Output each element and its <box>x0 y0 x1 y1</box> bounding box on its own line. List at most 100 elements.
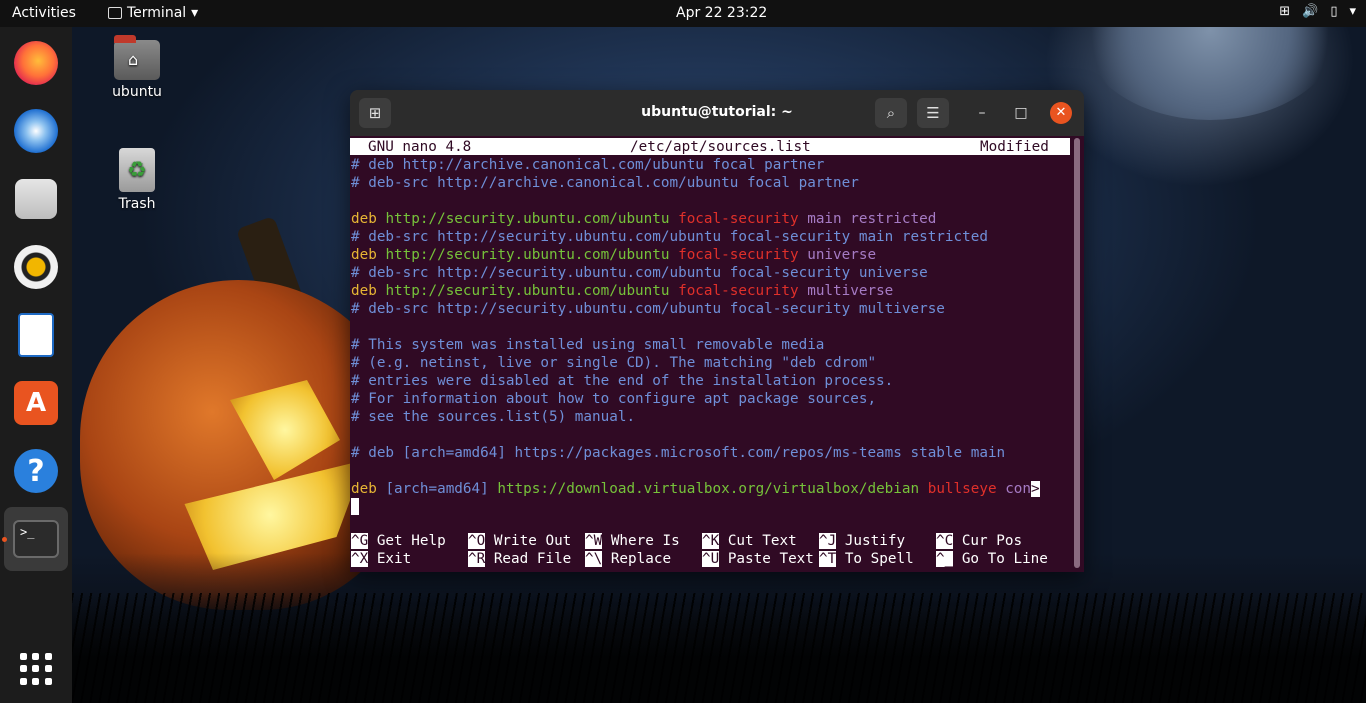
close-button[interactable]: ✕ <box>1050 102 1072 124</box>
shortcut-item: ^R Read File <box>468 550 571 568</box>
buffer-text-segment: http://security.ubuntu.com/ubuntu <box>385 211 679 227</box>
text-cursor <box>351 498 359 515</box>
rhythmbox-icon <box>14 245 58 289</box>
buffer-line <box>351 462 1040 480</box>
buffer-text-segment: # (e.g. netinst, live or single CD). The… <box>351 355 877 371</box>
buffer-text-segment: http://security.ubuntu.com/ubuntu <box>385 283 679 299</box>
buffer-line: # deb http://archive.canonical.com/ubunt… <box>351 156 1040 174</box>
shortcut-label: Read File <box>485 551 572 567</box>
dock-item-rhythmbox[interactable] <box>12 243 60 291</box>
nano-buffer[interactable]: # deb http://archive.canonical.com/ubunt… <box>351 156 1040 516</box>
buffer-line: # deb-src http://security.ubuntu.com/ubu… <box>351 264 1040 282</box>
top-bar: Activities Terminal ▾ Apr 22 23:22 ⊞ 🔊 ▯… <box>0 0 1366 27</box>
buffer-text-segment: con <box>1005 481 1032 497</box>
buffer-text-segment: # This system was installed using small … <box>351 337 825 353</box>
dock-item-terminal[interactable]: >_ <box>4 507 68 571</box>
network-icon: ⊞ <box>1279 4 1291 19</box>
buffer-text-segment: # deb-src http://security.ubuntu.com/ubu… <box>351 301 945 317</box>
terminal-scrollbar[interactable] <box>1074 138 1080 568</box>
nano-shortcut-bar: ^G Get Help ^O Write Out ^W Where Is ^K Cut… <box>351 532 1081 568</box>
shortcut-item: ^\ Replace <box>585 550 671 568</box>
activities-button[interactable]: Activities <box>12 5 76 21</box>
buffer-text-segment: deb <box>351 247 386 263</box>
desktop-home-folder[interactable]: ⌂ ubuntu <box>92 35 182 100</box>
buffer-text-segment: http://security.ubuntu.com/ubuntu <box>385 247 679 263</box>
shortcut-key: ^J <box>819 533 837 549</box>
minimize-button[interactable]: – <box>972 103 992 123</box>
dock-item-help[interactable]: ? <box>12 447 60 495</box>
buffer-text-segment: # deb [arch=amd64] https://packages.micr… <box>351 445 1006 461</box>
dock-item-libreoffice-writer[interactable] <box>12 311 60 359</box>
home-folder-icon: ⌂ <box>114 35 160 80</box>
shortcut-item: ^W Where Is <box>585 532 680 550</box>
shortcut-label: Cur Pos <box>953 533 1023 549</box>
shortcut-key: ^K <box>702 533 720 549</box>
desktop-trash[interactable]: ♻ Trash <box>92 148 182 212</box>
help-icon: ? <box>14 449 58 493</box>
chevron-down-icon: ▾ <box>1349 4 1356 19</box>
desktop-trash-label: Trash <box>118 196 156 212</box>
nano-filename: /etc/apt/sources.list <box>630 139 811 155</box>
buffer-text-segment: main restricted <box>807 211 937 227</box>
dock-item-firefox[interactable] <box>12 39 60 87</box>
buffer-line: # This system was installed using small … <box>351 336 1040 354</box>
search-button[interactable]: ⌕ <box>875 98 907 128</box>
desktop-home-label: ubuntu <box>112 84 162 100</box>
clock[interactable]: Apr 22 23:22 <box>676 5 767 21</box>
shortcut-key: ^W <box>585 533 603 549</box>
buffer-line <box>351 426 1040 444</box>
shortcut-label: Get Help <box>368 533 446 549</box>
shortcut-item: ^T To Spell <box>819 550 914 568</box>
shortcut-key: ^X <box>351 551 369 567</box>
hamburger-menu-button[interactable]: ☰ <box>917 98 949 128</box>
buffer-text-segment: # For information about how to configure… <box>351 391 877 407</box>
shortcut-item: ^K Cut Text <box>702 532 797 550</box>
shortcut-item: ^O Write Out <box>468 532 571 550</box>
buffer-line: # (e.g. netinst, live or single CD). The… <box>351 354 1040 372</box>
buffer-line: deb http://security.ubuntu.com/ubuntu fo… <box>351 282 1040 300</box>
buffer-line: # deb [arch=amd64] https://packages.micr… <box>351 444 1040 462</box>
buffer-text-segment: # deb http://archive.canonical.com/ubunt… <box>351 157 825 173</box>
terminal-window: ⊞ ubuntu@tutorial: ~ ⌕ ☰ – □ ✕ GNU nano … <box>350 90 1084 572</box>
dock-item-ubuntu-software[interactable]: A <box>12 379 60 427</box>
buffer-line: # deb-src http://security.ubuntu.com/ubu… <box>351 228 1040 246</box>
buffer-text-segment: bullseye <box>927 481 1006 497</box>
pumpkin-eye <box>230 380 340 480</box>
shortcut-item: ^G Get Help <box>351 532 446 550</box>
window-titlebar[interactable]: ⊞ ubuntu@tutorial: ~ ⌕ ☰ – □ ✕ <box>350 90 1084 136</box>
buffer-text-segment: # deb-src http://archive.canonical.com/u… <box>351 175 859 191</box>
thunderbird-icon <box>14 109 58 153</box>
cursor-line <box>351 498 1040 516</box>
scrollbar-thumb[interactable] <box>1074 138 1080 568</box>
nano-title-bar: GNU nano 4.8 /etc/apt/sources.list Modif… <box>350 138 1070 155</box>
shortcut-key: ^G <box>351 533 369 549</box>
line-overflow-marker: > <box>1031 481 1040 497</box>
terminal-content[interactable]: GNU nano 4.8 /etc/apt/sources.list Modif… <box>350 136 1084 572</box>
files-icon <box>15 179 57 219</box>
maximize-button[interactable]: □ <box>1011 103 1031 123</box>
wallpaper-grass <box>72 593 1366 703</box>
buffer-line: deb http://security.ubuntu.com/ubuntu fo… <box>351 246 1040 264</box>
trash-icon: ♻ <box>119 148 155 192</box>
search-icon: ⌕ <box>886 104 896 122</box>
shortcut-label: Replace <box>602 551 672 567</box>
buffer-line: # see the sources.list(5) manual. <box>351 408 1040 426</box>
app-menu[interactable]: Terminal ▾ <box>108 5 198 21</box>
system-status-menu[interactable]: ⊞ 🔊 ▯ ▾ <box>1279 4 1356 19</box>
buffer-text-segment: focal-security <box>678 283 808 299</box>
nano-version: GNU nano 4.8 <box>368 139 472 155</box>
buffer-text-segment: multiverse <box>807 283 894 299</box>
buffer-line: # entries were disabled at the end of th… <box>351 372 1040 390</box>
shortcut-row: ^G Get Help ^O Write Out ^W Where Is ^K Cut… <box>351 532 1081 550</box>
buffer-line: # deb-src http://security.ubuntu.com/ubu… <box>351 300 1040 318</box>
buffer-text-segment: # deb-src http://security.ubuntu.com/ubu… <box>351 265 928 281</box>
dock-item-files[interactable] <box>12 175 60 223</box>
dock: A ? >_ <box>0 27 72 703</box>
libreoffice-writer-icon <box>18 313 54 357</box>
show-applications-button[interactable] <box>20 653 52 685</box>
dock-item-thunderbird[interactable] <box>12 107 60 155</box>
running-indicator <box>2 537 7 542</box>
shortcut-key: ^\ <box>585 551 603 567</box>
buffer-line: # deb-src http://archive.canonical.com/u… <box>351 174 1040 192</box>
shortcut-label: Exit <box>368 551 412 567</box>
